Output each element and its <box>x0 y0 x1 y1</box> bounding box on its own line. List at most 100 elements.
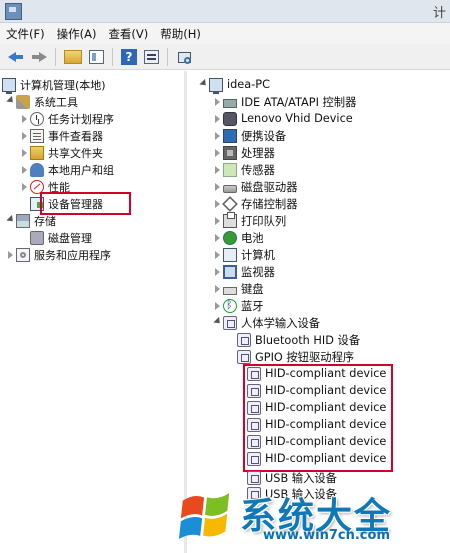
expand-toggle[interactable] <box>20 178 30 195</box>
expand-toggle[interactable] <box>20 127 30 144</box>
expand-toggle[interactable] <box>213 297 223 314</box>
processor-icon <box>223 145 237 160</box>
menu-bar: 文件(F) 操作(A) 查看(V) 帮助(H) <box>0 23 450 44</box>
battery-icon <box>223 230 237 245</box>
device-category[interactable]: 磁盘驱动器 <box>213 178 298 195</box>
expand-toggle[interactable] <box>199 76 209 93</box>
tree-item-event-viewer[interactable]: 事件查看器 <box>20 127 103 144</box>
properties-icon[interactable] <box>144 49 159 64</box>
toolbar: ? <box>0 44 450 70</box>
sensor-icon <box>223 162 237 177</box>
toolbar-separator <box>167 47 168 66</box>
tree-item-task-scheduler[interactable]: 任务计划程序 <box>20 110 114 127</box>
shared-folder-icon <box>30 145 44 160</box>
vhid-device-icon <box>223 111 237 126</box>
expand-toggle[interactable] <box>213 144 223 161</box>
toolbar-separator <box>55 47 56 66</box>
tree-label: 存储 <box>34 214 56 228</box>
tree-item-disk-management[interactable]: 磁盘管理 <box>30 229 92 246</box>
expand-toggle[interactable] <box>20 144 30 161</box>
expand-toggle[interactable] <box>6 212 16 229</box>
expand-toggle[interactable] <box>213 246 223 263</box>
expand-toggle[interactable] <box>213 93 223 110</box>
device-category-label: Lenovo Vhid Device <box>241 112 353 125</box>
device-item-label: USB 输入设备 <box>265 471 337 485</box>
device-category[interactable]: 计算机 <box>213 246 275 263</box>
expand-toggle[interactable] <box>213 127 223 144</box>
bluetooth-icon <box>223 298 237 313</box>
device-category-label: 传感器 <box>241 163 275 177</box>
scan-hardware-icon[interactable] <box>176 49 192 65</box>
device-category[interactable]: 传感器 <box>213 161 275 178</box>
device-category[interactable]: 监视器 <box>213 263 275 280</box>
device-category[interactable]: 便携设备 <box>213 127 286 144</box>
tree-label: 事件查看器 <box>48 129 103 143</box>
device-item-label: Bluetooth HID 设备 <box>255 333 361 347</box>
menu-file[interactable]: 文件(F) <box>0 26 51 42</box>
clock-icon <box>30 111 44 126</box>
watermark-url: www.win7cn.com <box>263 528 390 543</box>
keyboard-icon <box>223 286 237 295</box>
device-category-label: 存储控制器 <box>241 197 298 211</box>
tree-label: 本地用户和组 <box>48 163 114 177</box>
device-item[interactable]: Bluetooth HID 设备 <box>237 331 360 348</box>
hid-icon <box>247 470 261 485</box>
device-category-label: IDE ATA/ATAPI 控制器 <box>241 95 357 109</box>
hid-icon <box>223 315 237 330</box>
expand-toggle[interactable] <box>6 93 16 110</box>
tree-label: 共享文件夹 <box>48 146 103 160</box>
expand-toggle[interactable] <box>213 110 223 127</box>
expand-toggle[interactable] <box>213 212 223 229</box>
device-tree[interactable]: idea-PC IDE ATA/ATAPI 控制器 Lenovo Vhid De… <box>187 71 450 553</box>
tree-label: 系统工具 <box>34 95 78 109</box>
device-category[interactable]: 蓝牙 <box>213 297 264 314</box>
expand-toggle[interactable] <box>6 246 16 263</box>
device-category-label: 磁盘驱动器 <box>241 180 298 194</box>
device-item[interactable]: GPIO 按钮驱动程序 <box>237 348 354 365</box>
expand-toggle[interactable] <box>213 263 223 280</box>
up-folder-icon[interactable] <box>64 49 82 64</box>
disk-management-icon <box>30 230 44 245</box>
device-category-hid[interactable]: 人体学输入设备 <box>213 314 320 331</box>
computer-management-icon <box>5 3 22 20</box>
tree-item-storage[interactable]: 存储 <box>6 212 56 229</box>
menu-view[interactable]: 查看(V) <box>102 26 154 42</box>
console-tree[interactable]: 计算机管理(本地) 系统工具 任务计划程序 事件查看器 共享文件夹 本地用户和组… <box>0 71 185 553</box>
expand-toggle[interactable] <box>213 161 223 178</box>
users-icon <box>30 162 44 177</box>
expand-toggle[interactable] <box>213 229 223 246</box>
tree-label: 磁盘管理 <box>48 231 92 245</box>
device-category[interactable]: 打印队列 <box>213 211 286 229</box>
computer-icon <box>223 247 237 262</box>
expand-toggle[interactable] <box>213 178 223 195</box>
device-category-label: 蓝牙 <box>241 299 264 313</box>
tree-root[interactable]: 计算机管理(本地) <box>2 76 106 94</box>
help-icon[interactable]: ? <box>121 48 137 65</box>
tree-item-local-users[interactable]: 本地用户和组 <box>20 161 114 178</box>
disk-drive-icon <box>223 184 237 193</box>
highlight-box-hid-devices <box>243 364 393 472</box>
menu-help[interactable]: 帮助(H) <box>154 26 207 42</box>
tree-item-system-tools[interactable]: 系统工具 <box>6 93 78 110</box>
device-category-label: 处理器 <box>241 146 275 160</box>
event-viewer-icon <box>30 128 44 143</box>
tree-item-shared-folders[interactable]: 共享文件夹 <box>20 144 103 161</box>
device-category[interactable]: 处理器 <box>213 144 275 161</box>
menu-action[interactable]: 操作(A) <box>51 26 103 42</box>
back-arrow-icon[interactable] <box>6 47 26 67</box>
show-hide-tree-icon[interactable] <box>89 49 104 64</box>
expand-toggle[interactable] <box>20 110 30 127</box>
device-root[interactable]: idea-PC <box>199 76 270 94</box>
title-bar: 计 <box>0 0 450 23</box>
device-category[interactable]: 电池 <box>213 229 264 246</box>
device-category[interactable]: IDE ATA/ATAPI 控制器 <box>213 93 356 110</box>
device-category[interactable]: 存储控制器 <box>213 195 298 212</box>
expand-toggle[interactable] <box>213 280 223 297</box>
device-item[interactable]: USB 输入设备 <box>247 469 337 486</box>
device-category[interactable]: Lenovo Vhid Device <box>213 110 353 127</box>
device-category[interactable]: 键盘 <box>213 280 264 297</box>
tree-item-services[interactable]: 服务和应用程序 <box>6 246 111 263</box>
expand-toggle[interactable] <box>20 161 30 178</box>
forward-arrow-icon[interactable] <box>29 47 49 67</box>
expand-toggle[interactable] <box>213 314 223 331</box>
